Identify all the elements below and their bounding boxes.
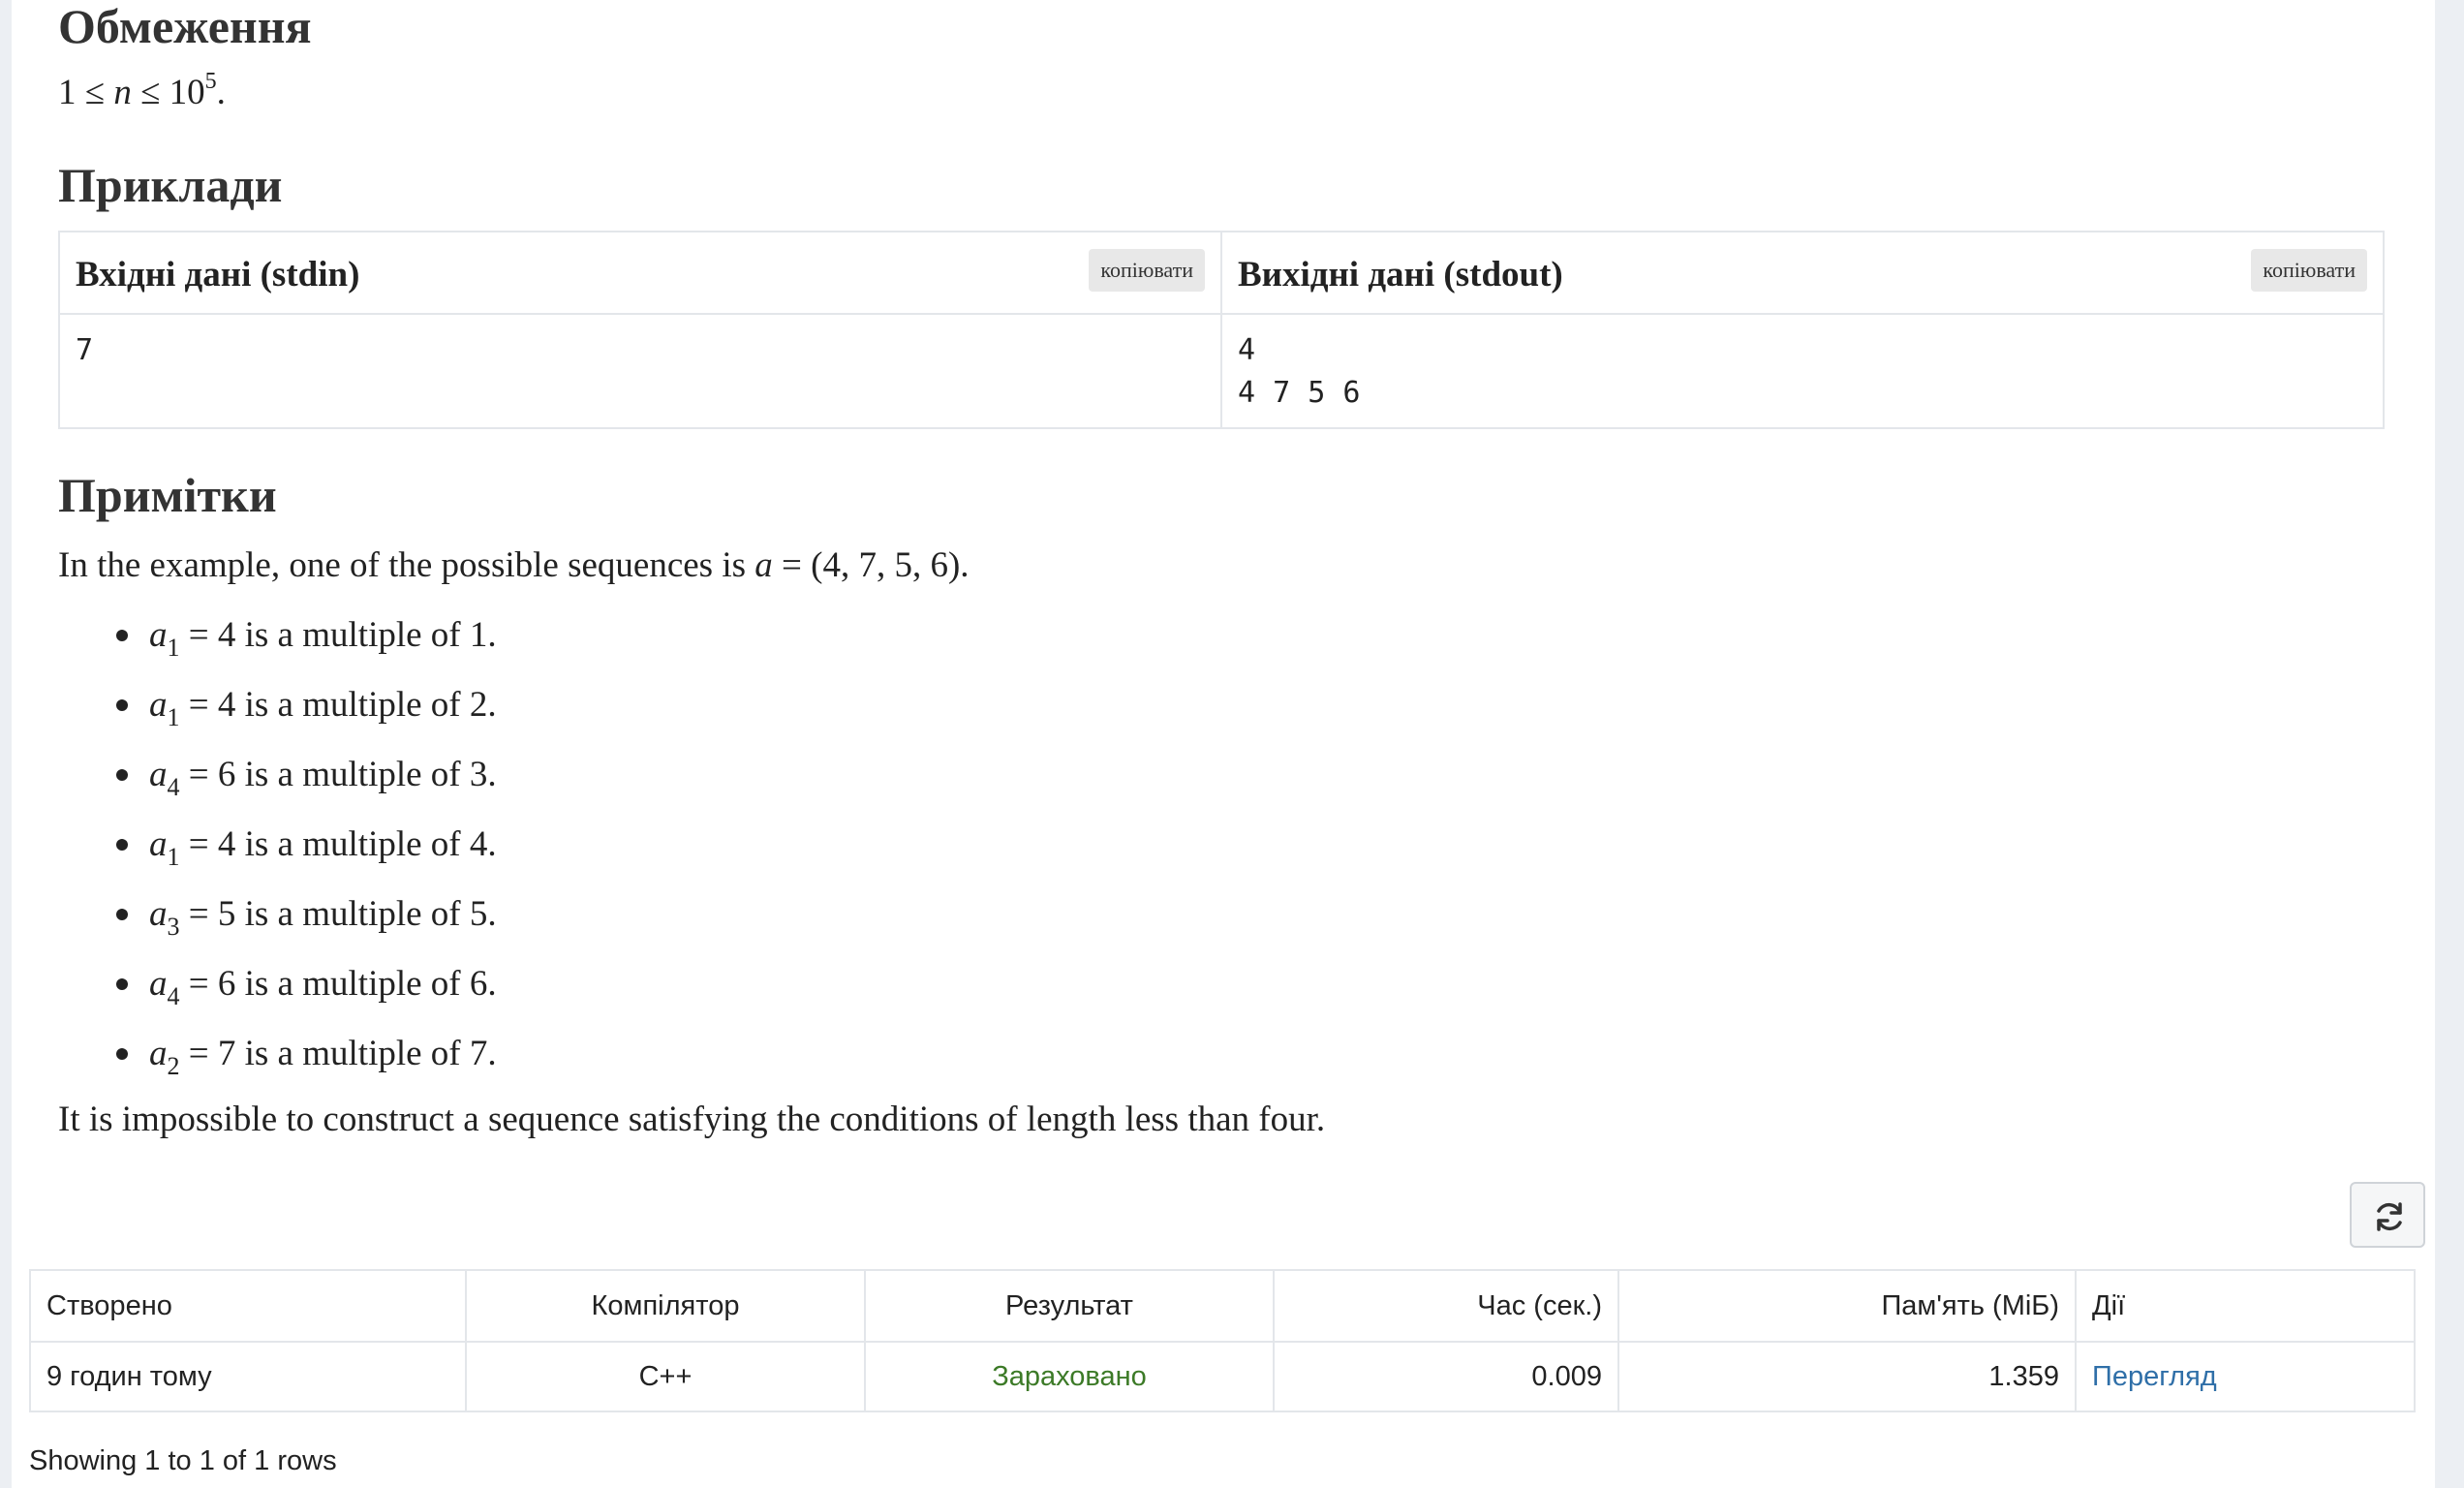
bullet-icon — [116, 838, 128, 851]
output-text: 4 4 7 5 6 — [1238, 333, 1361, 410]
bullet-icon — [116, 768, 128, 781]
cell-time: 0.009 — [1273, 1341, 1619, 1412]
constraints-formula: 1 ≤ n ≤ 105. — [58, 69, 226, 112]
input-header: Вхідні дані (stdin) копіювати — [60, 232, 1220, 315]
list-item: a3 = 5 is a multiple of 5. — [58, 893, 497, 941]
list-item: a4 = 6 is a multiple of 6. — [58, 963, 497, 1010]
output-column: Вихідні дані (stdout) копіювати 4 4 7 5 … — [1222, 232, 2383, 427]
col-time[interactable]: Час (сек.) — [1273, 1269, 1619, 1343]
notes-conclusion: It is impossible to construct a sequence… — [58, 1100, 1326, 1139]
input-title: Вхідні дані (stdin) — [76, 255, 360, 294]
problem-page: Обмеження 1 ≤ n ≤ 105. Приклади Вхідні д… — [12, 0, 2435, 1488]
cell-memory: 1.359 — [1617, 1341, 2077, 1412]
table-header-row: Створено Компілятор Результат Час (сек.)… — [29, 1269, 2416, 1343]
bullet-icon — [116, 629, 128, 641]
input-text: 7 — [76, 333, 94, 367]
refresh-button[interactable] — [2350, 1182, 2425, 1248]
bullet-icon — [116, 1047, 128, 1060]
copy-output-button[interactable]: копіювати — [2251, 249, 2367, 292]
constraints-heading: Обмеження — [58, 0, 312, 53]
copy-input-button[interactable]: копіювати — [1089, 249, 1205, 292]
bullet-icon — [116, 698, 128, 711]
examples-table: Вхідні дані (stdin) копіювати 7 Вихідні … — [58, 231, 2385, 429]
col-created[interactable]: Створено — [29, 1269, 467, 1343]
col-compiler[interactable]: Компілятор — [465, 1269, 866, 1343]
bullet-icon — [116, 908, 128, 920]
cell-actions: Перегляд — [2075, 1341, 2416, 1412]
cell-result-status: Зараховано — [864, 1341, 1275, 1412]
view-link[interactable]: Перегляд — [2092, 1361, 2217, 1392]
submissions-table: Створено Компілятор Результат Час (сек.)… — [29, 1269, 2416, 1412]
notes-intro: In the example, one of the possible sequ… — [58, 545, 970, 585]
col-memory[interactable]: Пам'ять (МіБ) — [1617, 1269, 2077, 1343]
cell-created: 9 годин тому — [29, 1341, 467, 1412]
bullet-icon — [116, 977, 128, 990]
col-actions[interactable]: Дії — [2075, 1269, 2416, 1343]
output-header: Вихідні дані (stdout) копіювати — [1222, 232, 2383, 315]
input-column: Вхідні дані (stdin) копіювати 7 — [60, 232, 1222, 427]
refresh-icon — [2377, 1202, 2402, 1231]
notes-heading: Примітки — [58, 468, 277, 522]
table-row: 9 годин тому C++ Зараховано 0.009 1.359 … — [29, 1341, 2416, 1412]
list-item: a1 = 4 is a multiple of 4. — [58, 823, 497, 871]
output-title: Вихідні дані (stdout) — [1238, 255, 1563, 294]
list-item: a2 = 7 is a multiple of 7. — [58, 1033, 497, 1080]
examples-heading: Приклади — [58, 158, 283, 212]
col-result[interactable]: Результат — [864, 1269, 1275, 1343]
list-item: a4 = 6 is a multiple of 3. — [58, 754, 497, 801]
list-item: a1 = 4 is a multiple of 2. — [58, 684, 497, 731]
list-item: a1 = 4 is a multiple of 1. — [58, 614, 497, 662]
pagination-info: Showing 1 to 1 of 1 rows — [29, 1445, 337, 1476]
cell-compiler: C++ — [465, 1341, 866, 1412]
